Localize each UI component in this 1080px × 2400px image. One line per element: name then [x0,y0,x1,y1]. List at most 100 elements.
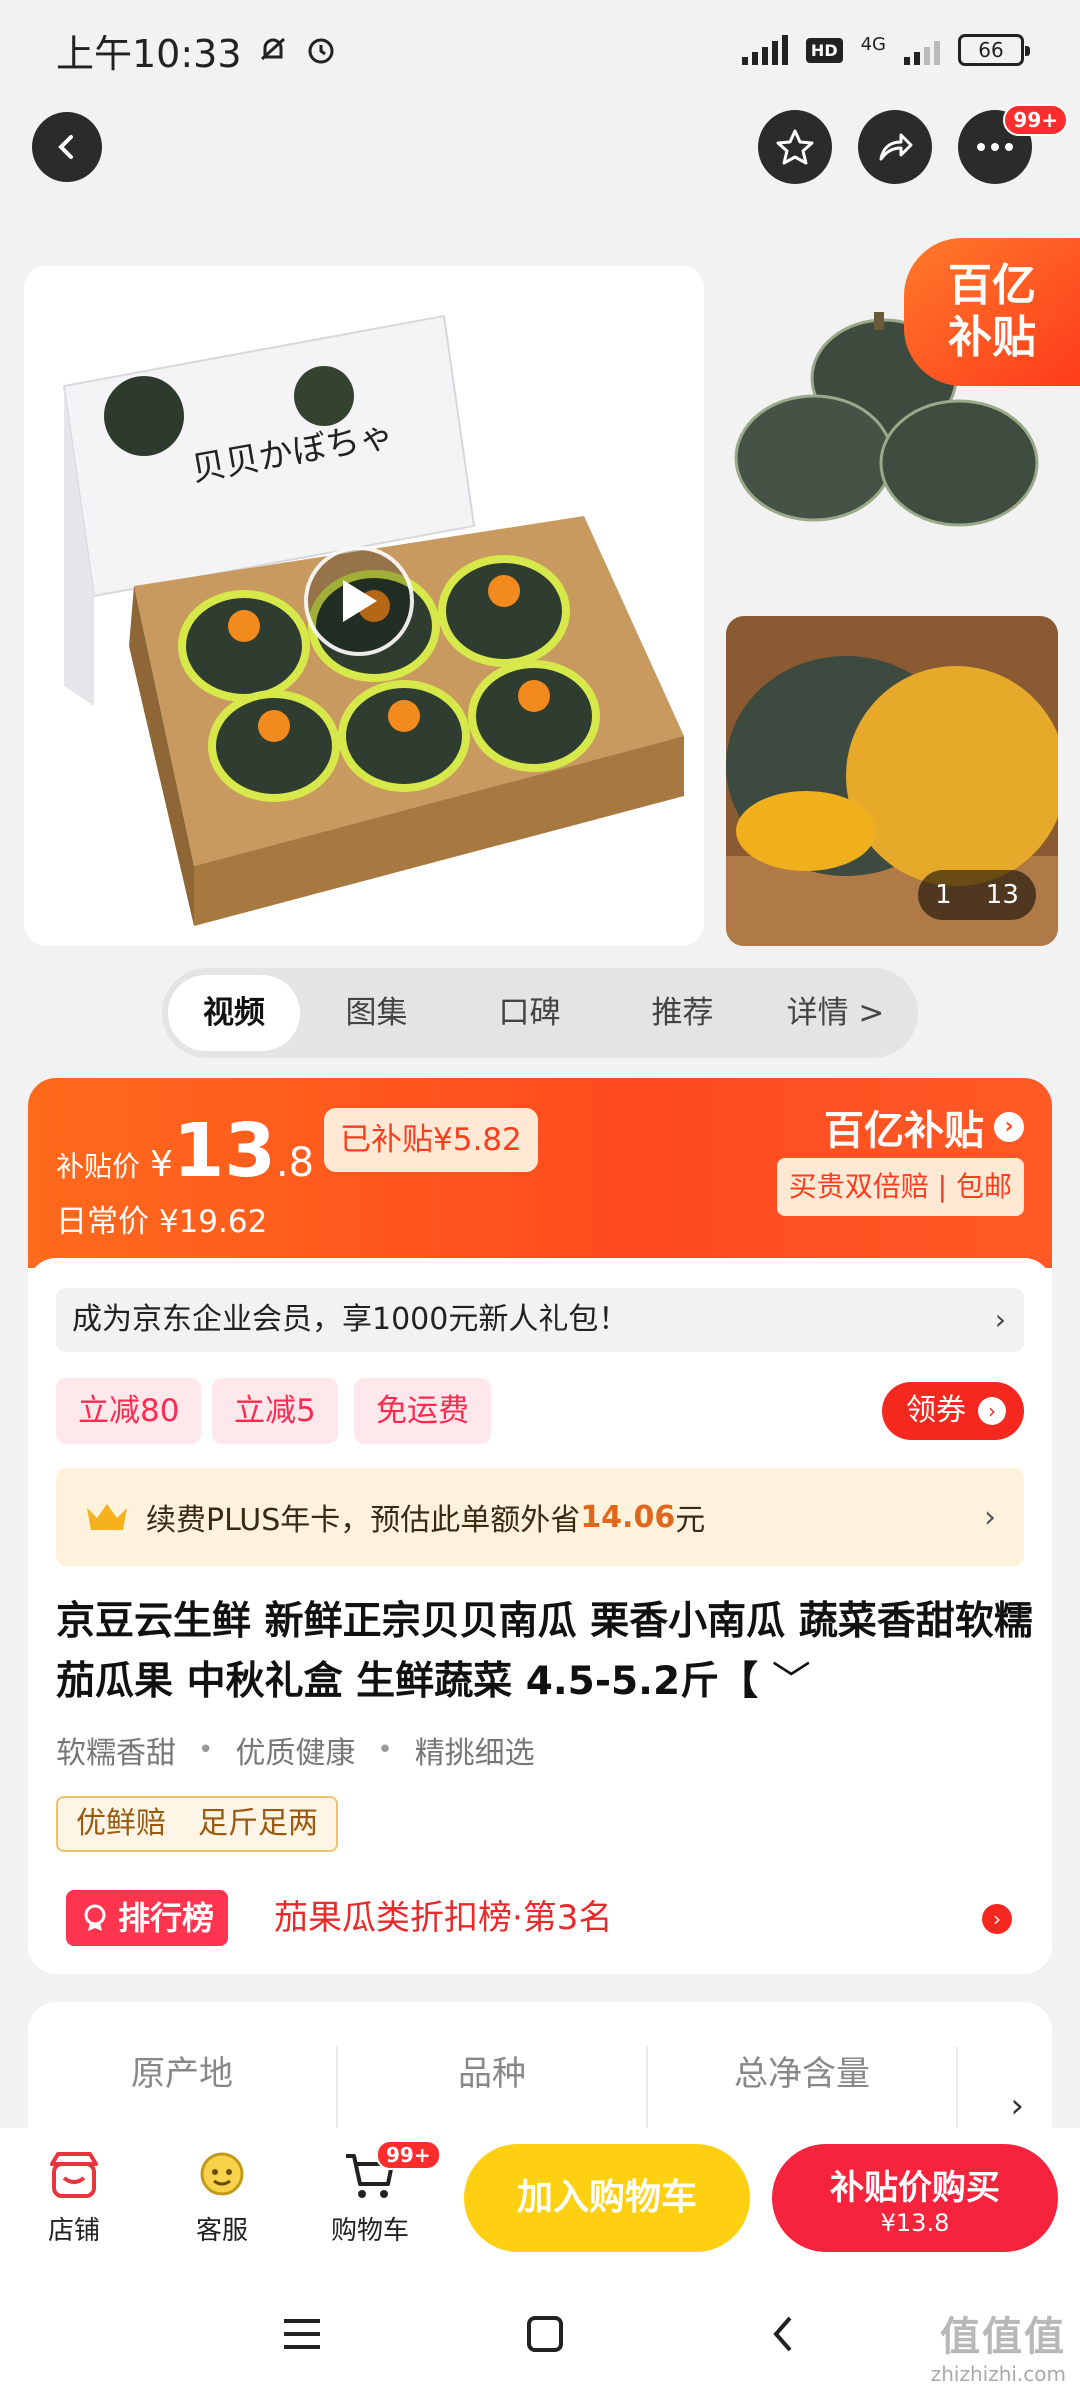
ranking-label: 排行榜 [118,1899,215,1937]
feature-tag: 优质健康 [235,1736,356,1771]
tab-recommend[interactable]: 推荐 [606,975,759,1051]
price-decimal: .8 [275,1140,315,1186]
alarm-icon [308,38,334,64]
hd-icon: HD [805,37,843,63]
current-page: 1 [935,880,952,910]
back-button[interactable] [32,112,102,182]
enterprise-member-banner[interactable]: 成为京东企业会员，享1000元新人礼包！ › [56,1288,1024,1352]
tab-details[interactable]: 详情 > [759,975,912,1051]
play-button[interactable] [304,546,414,656]
share-icon [879,133,913,161]
cart-label: 购物车 [330,2215,409,2246]
feature-tag: 精挑细选 [414,1736,535,1771]
bottom-action-bar: 店铺 客服 99+ 购物车 加入购物车 补贴价购买 ¥13.8 [0,2128,1080,2268]
daily-price: 日常价 ¥19.62 [56,1196,267,1241]
price-card: 补贴价 ¥ 13 .8 已补贴¥5.82 日常价 ¥19.62 百亿补贴 › 买… [28,1078,1052,1974]
subsidy-program-title: 百亿补贴 [824,1108,984,1154]
coupon-free-shipping[interactable]: 免运费 [354,1378,491,1444]
total-pages: 13 [985,880,1019,910]
cart-button[interactable]: 99+ 购物车 [296,2139,444,2247]
chevron-right-icon[interactable]: › [982,1904,1012,1934]
menu-icon[interactable] [282,2317,322,2351]
price-label: 补贴价 [56,1150,141,1183]
plus-saving-unit: 元 [675,1503,706,1538]
main-product-image[interactable]: 贝贝かぼちゃ [24,266,704,946]
cart-count-badge: 99+ [376,2139,441,2170]
saved-amount-tag: 已补贴¥5.82 [324,1108,538,1172]
buy-now-price: ¥13.8 [880,2208,950,2237]
trophy-icon [84,1904,106,1931]
chevron-right-icon: › [994,1303,1006,1336]
chevron-right-icon: › [994,1112,1024,1142]
subsidy-program-link[interactable]: 百亿补贴 › [824,1098,1024,1156]
ranking-badge[interactable]: 排行榜 [66,1890,229,1946]
subsidy-tag-line2: 补贴 [948,312,1036,363]
expand-chevron-icon[interactable]: ﹀ [772,1659,811,1704]
product-title[interactable]: 京豆云生鲜 新鲜正宗贝贝南瓜 栗香小南瓜 蔬菜香甜软糯茄瓜果 中秋礼盒 生鲜蔬菜… [56,1592,1036,1712]
share-button[interactable] [858,110,932,184]
daily-price-label: 日常价 [56,1204,149,1240]
fresh-tag-1: 优鲜赔 [76,1806,166,1841]
price-currency: ¥ [150,1144,173,1185]
get-coupon-label: 领券 [906,1393,966,1428]
store-button[interactable]: 店铺 [0,2150,148,2247]
star-icon [776,129,814,165]
status-time: 上午10:33 [56,23,338,78]
signal-icon-2 [904,35,940,65]
coupon-1[interactable]: 立减80 [56,1378,202,1444]
back-nav-icon[interactable] [768,2314,798,2354]
customer-service-button[interactable]: 客服 [148,2150,296,2247]
get-coupon-button[interactable]: 领券 › [882,1382,1024,1440]
home-icon[interactable] [526,2315,564,2353]
product-info-card: 成为京东企业会员，享1000元新人礼包！ › 立减80 立减5 免运费 领券 ›… [28,1258,1052,1974]
freshness-guarantee-tag[interactable]: 优鲜赔 足斤足两 [56,1796,338,1852]
clock-text: 上午10:33 [56,31,242,76]
watermark: 值值值 zhizhizhi.com [931,2304,1066,2386]
subsidy-tag-line1: 百亿 [948,260,1036,311]
status-bar: 上午10:33 HD 4G 66 [0,0,1080,100]
buy-now-label: 补贴价购买 [830,2167,1000,2208]
tab-gallery[interactable]: 图集 [300,975,453,1051]
daily-price-value: ¥19.62 [158,1204,268,1240]
coupon-2[interactable]: 立减5 [212,1378,338,1444]
battery-level: 66 [978,38,1004,62]
favorite-button[interactable] [758,110,832,184]
store-label: 店铺 [47,2215,100,2246]
chevron-left-icon [58,135,73,159]
crown-icon [87,1504,127,1530]
fresh-tag-2: 足斤足两 [198,1806,318,1841]
product-title-text: 京豆云生鲜 新鲜正宗贝贝南瓜 栗香小南瓜 蔬菜香甜软糯茄瓜果 中秋礼盒 生鲜蔬菜… [56,1599,1033,1704]
watermark-logo: 值值值 [940,2314,1066,2360]
price-band: 补贴价 ¥ 13 .8 已补贴¥5.82 日常价 ¥19.62 百亿补贴 › 买… [28,1078,1052,1268]
price-integer: 13 [172,1108,276,1194]
ranking-text[interactable]: 茄果瓜类折扣榜·第3名 [274,1890,612,1946]
buy-now-button[interactable]: 补贴价购买 ¥13.8 [772,2144,1058,2252]
system-navigation-bar [0,2268,1080,2400]
chat-bubble-icon [200,2152,244,2195]
feature-tag: 软糯香甜 [56,1736,176,1771]
battery-icon: 66 [958,34,1030,66]
tab-reviews[interactable]: 口碑 [453,975,606,1051]
network-type: 4G [860,34,886,55]
plus-banner-text: 续费PLUS年卡，预估此单额外省 [146,1503,581,1538]
subsidy-corner-tag: 百亿 补贴 [904,238,1080,386]
subsidy-price: 补贴价 ¥ 13 .8 [56,1108,314,1194]
chevron-right-icon: › [984,1499,996,1535]
watermark-url: zhizhizhi.com [930,2362,1066,2386]
bullet-separator: • [377,1735,393,1765]
tab-video[interactable]: 视频 [168,975,300,1051]
play-icon [343,580,377,622]
more-button[interactable]: 99+ [958,104,1068,184]
guarantee-pill: 买贵双倍赔 | 包邮 [776,1158,1024,1216]
status-icons: HD 4G 66 [741,34,1030,66]
customer-service-label: 客服 [195,2215,248,2246]
add-to-cart-button[interactable]: 加入购物车 [464,2144,750,2252]
feature-tags: 软糯香甜 • 优质健康 • 精挑细选 [56,1728,535,1772]
store-icon [50,2151,98,2198]
signal-icon [741,35,788,65]
notification-badge: 99+ [1003,104,1068,136]
plus-membership-banner[interactable]: 续费PLUS年卡，预估此单额外省 14.06 元 › [56,1468,1024,1566]
chevron-right-icon: › [978,1397,1006,1425]
mute-bell-icon [260,37,285,61]
member-banner-text: 成为京东企业会员，享1000元新人礼包！ [72,1302,629,1337]
